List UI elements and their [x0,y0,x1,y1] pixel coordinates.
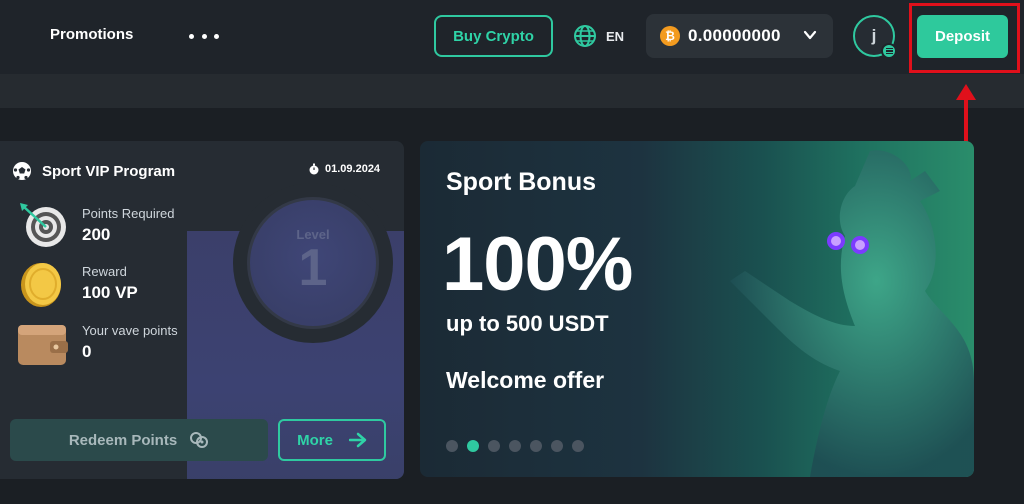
carousel-dot[interactable] [509,440,521,452]
banner-title: Sport Bonus [446,168,596,196]
vip-date-row: 01.09.2024 [308,163,380,175]
more-button[interactable]: More [278,419,386,461]
stopwatch-icon [309,163,319,175]
redeem-label: Redeem Points [68,431,178,449]
banner-subline: up to 500 USDT [446,311,609,336]
level-badge: Level 1 [247,197,379,329]
stat-your-points: Your vave points 0 [82,323,178,362]
carousel-dots [446,440,584,452]
sub-header-bar [0,74,1024,108]
soccer-ball-icon [13,162,31,180]
more-label: More [297,431,333,449]
stat-reward: Reward 100 VP [82,264,138,303]
vip-title: Sport VIP Program [42,162,176,180]
carousel-dot[interactable] [446,440,458,452]
level-value: 1 [298,238,328,297]
sport-bonus-banner[interactable]: Sport Bonus 100% up to 500 USDT Welcome … [420,141,974,477]
target-icon [20,203,66,247]
tokens-icon [190,432,209,448]
stat-points-required: Points Required 200 [82,206,175,245]
banner-offer: Welcome offer [446,367,605,393]
avatar-letter: j [871,26,877,45]
balance-dropdown[interactable]: ₿ 0.00000000 [646,14,833,58]
balance-value: 0.00000000 [688,26,781,45]
menu-badge-icon [881,43,897,59]
carousel-dot-active[interactable] [467,440,479,452]
globe-icon [574,25,596,47]
banner-headline: 100% [442,222,633,307]
top-header: Promotions Buy Crypto EN ₿ 0.00000000 j … [0,0,1024,74]
stat-label: Your vave points [82,323,178,338]
carousel-dot[interactable] [530,440,542,452]
arrow-right-icon [348,432,367,448]
coin-icon [21,263,61,307]
statue-figure-image [730,150,974,477]
stat-label: Points Required [82,206,175,221]
stat-value: 0 [82,342,92,361]
sport-vip-card: Level 1 Sport VIP Program 01.09.2024 Poi… [0,141,404,479]
carousel-dot[interactable] [551,440,563,452]
stat-value: 200 [82,225,111,244]
wallet-icon [18,325,68,365]
deposit-button[interactable]: Deposit [917,15,1008,58]
carousel-dot[interactable] [572,440,584,452]
language-selector[interactable]: EN [573,24,624,48]
language-label: EN [606,28,625,44]
buy-crypto-button[interactable]: Buy Crypto [434,15,553,57]
nav-promotions[interactable]: Promotions [50,26,133,43]
carousel-dot[interactable] [488,440,500,452]
stat-value: 100 VP [82,283,138,302]
more-menu-icon[interactable] [189,26,219,46]
redeem-points-button[interactable]: Redeem Points [10,419,268,461]
vip-title-row: Sport VIP Program [12,161,175,181]
chevron-down-icon [803,30,817,40]
user-avatar[interactable]: j [853,15,897,59]
vip-date: 01.09.2024 [325,163,381,175]
stat-label: Reward [82,264,127,279]
bitcoin-icon: ₿ [660,26,680,46]
